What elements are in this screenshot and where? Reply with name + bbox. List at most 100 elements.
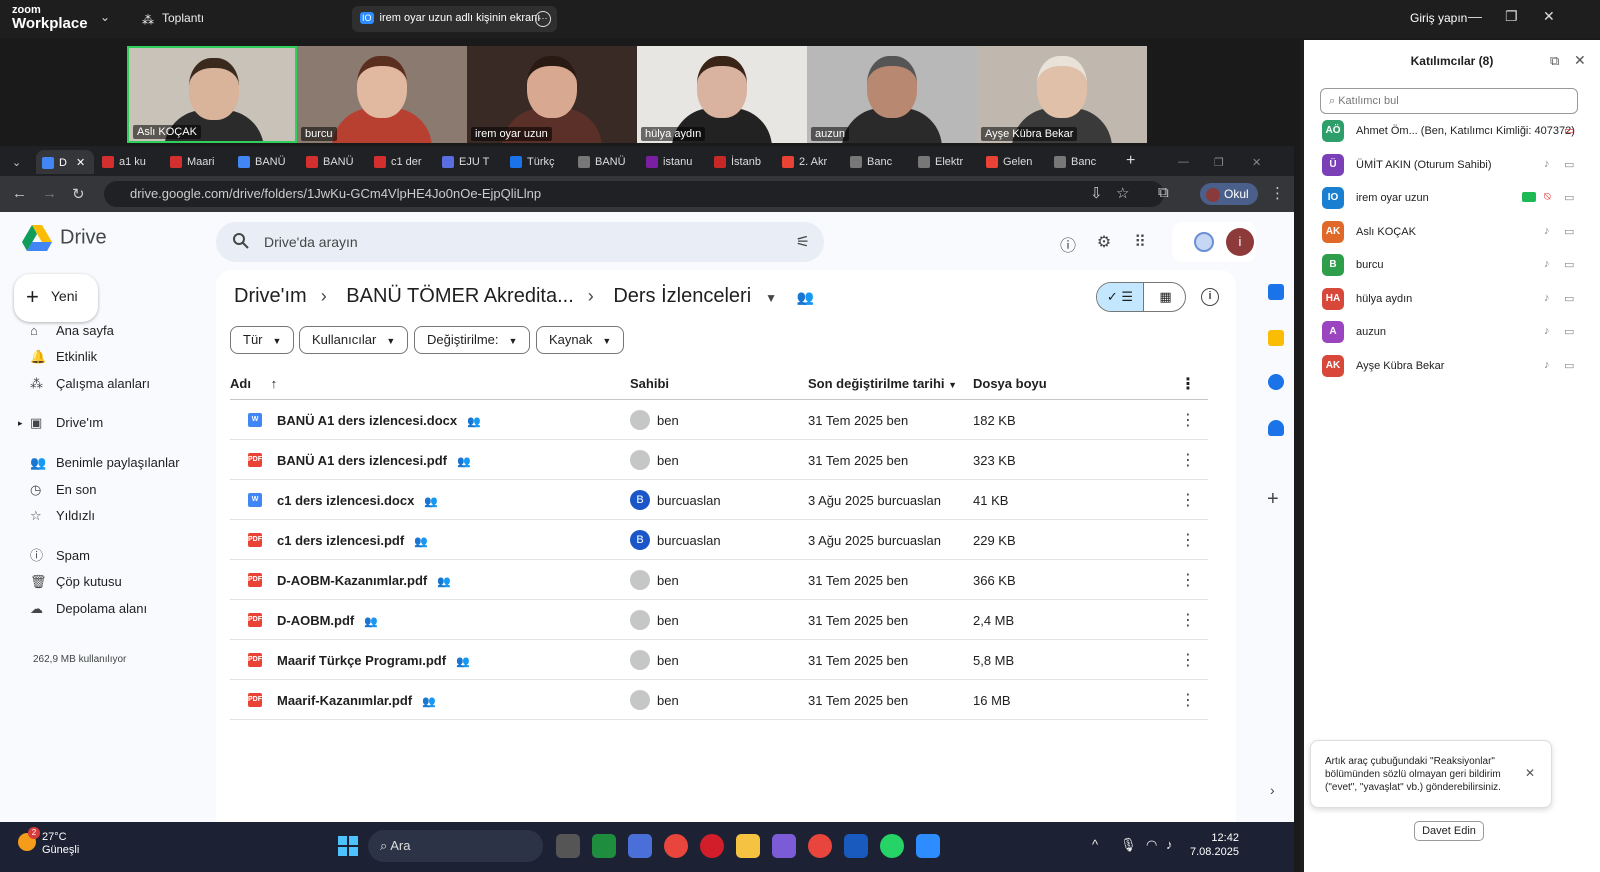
volume-icon[interactable]: ♪ — [1166, 837, 1173, 852]
copilot-icon[interactable] — [772, 834, 796, 858]
popout-icon[interactable]: ⧉ — [1550, 53, 1559, 69]
back-icon[interactable]: ← — [12, 185, 27, 202]
table-row[interactable]: PDF D-AOBM-Kazanımlar.pdf 👥 ben 31 Tem 2025 … — [230, 560, 1208, 600]
file-name[interactable]: BANÜ A1 ders izlencesi.pdf 👥 — [277, 453, 471, 468]
url-input[interactable]: drive.google.com/drive/folders/1JwKu-GCm… — [104, 181, 1164, 207]
menu-icon[interactable]: ⋮ — [1270, 184, 1285, 202]
column-owner[interactable]: Sahibi — [630, 376, 669, 391]
opera-icon[interactable] — [700, 834, 724, 858]
invite-button[interactable]: Davet Edin — [1414, 821, 1484, 841]
participant-row[interactable]: Ü ÜMİT AKIN (Oturum Sahibi) ♪ ▭ — [1322, 152, 1580, 178]
tab-close-icon[interactable]: ✕ — [73, 157, 85, 169]
more-vert-icon[interactable]: ⋮ — [1180, 374, 1196, 394]
file-explorer-icon[interactable] — [736, 834, 760, 858]
column-modified[interactable]: Son değiştirilme tarihi ▼ — [808, 376, 957, 391]
taskbar-search[interactable]: ⌕ Ara — [368, 830, 543, 862]
search-input[interactable]: Drive'da arayın ⚟ — [216, 222, 824, 262]
participant-row[interactable]: Bburcu ♪ ▭ — [1322, 252, 1580, 278]
close-icon[interactable]: ✕ — [1525, 767, 1535, 780]
filter-chip[interactable]: Kullanıcılar ▼ — [299, 326, 409, 354]
browser-tab[interactable]: 2. Akr — [776, 150, 842, 174]
zoom-icon[interactable] — [916, 834, 940, 858]
extensions-icon[interactable]: ⧉ — [1158, 184, 1169, 201]
install-icon[interactable]: ⇩ — [1090, 184, 1103, 202]
table-row[interactable]: PDF c1 ders izlencesi.pdf 👥 Bburcuaslan 3 Ağ… — [230, 520, 1208, 560]
browser-tab[interactable]: BANÜ — [300, 150, 366, 174]
more-vert-icon[interactable]: ⋮ — [1180, 570, 1196, 590]
file-name[interactable]: c1 ders izlencesi.pdf 👥 — [277, 533, 428, 548]
more-vert-icon[interactable]: ⋮ — [1180, 410, 1196, 430]
sidebar-item[interactable]: ⓘ Spam — [0, 543, 210, 569]
file-name[interactable]: Maarif-Kazanımlar.pdf 👥 — [277, 693, 436, 708]
column-name[interactable]: Adı ↑ — [230, 376, 277, 391]
participant-row[interactable]: HA hülya aydın ♪ ▭ — [1322, 286, 1580, 312]
table-row[interactable]: PDF Maarif Türkçe Programı.pdf 👥 ben 31 Tem … — [230, 640, 1208, 680]
browser-tab[interactable]: c1 der — [368, 150, 434, 174]
video-tile[interactable]: burcu — [297, 46, 467, 143]
chrome-icon[interactable] — [808, 834, 832, 858]
word-icon[interactable] — [844, 834, 868, 858]
reload-icon[interactable]: ↻ — [72, 185, 85, 203]
close-icon[interactable]: ✕ — [1543, 8, 1555, 25]
participant-row[interactable]: Aauzun ♪ ▭ — [1322, 319, 1580, 345]
info-icon[interactable]: i — [1201, 288, 1219, 306]
close-icon[interactable]: ✕ — [1574, 52, 1586, 69]
search-options-icon[interactable]: ⚟ — [796, 232, 810, 252]
sidebar-item[interactable]: 🔔 Etkinlik — [0, 344, 210, 370]
chevron-right-icon[interactable]: › — [1270, 782, 1275, 798]
sidebar-item[interactable]: 👥 Benimle paylaşılanlar — [0, 450, 210, 476]
whatsapp-icon[interactable] — [880, 834, 904, 858]
browser-tab[interactable]: Banc — [844, 150, 910, 174]
expand-caret-icon[interactable]: ▸ — [18, 410, 23, 436]
more-vert-icon[interactable]: ⋮ — [1180, 450, 1196, 470]
restore-icon[interactable]: ❐ — [1208, 150, 1230, 174]
participant-row[interactable]: IO irem oyar uzun ⍉ ▭ — [1322, 185, 1580, 211]
browser-tab[interactable]: BANÜ — [232, 150, 298, 174]
calendar-icon[interactable] — [1268, 284, 1284, 300]
sidebar-item[interactable]: ☆ Yıldızlı — [0, 503, 210, 529]
avatar[interactable]: i — [1226, 228, 1254, 256]
more-vert-icon[interactable]: ⋮ — [1180, 650, 1196, 670]
participant-row[interactable]: AK Ayşe Kübra Bekar ♪ ▭ — [1322, 353, 1580, 379]
sidebar-item[interactable]: ▸ ▣ Drive'ım — [0, 410, 210, 436]
browser-tab[interactable]: Banc — [1048, 150, 1114, 174]
meeting-tab[interactable]: ⁂ Toplantı — [142, 11, 204, 27]
column-size[interactable]: Dosya boyu — [973, 376, 1047, 391]
list-view-icon[interactable]: ✓ ☰ — [1097, 283, 1143, 311]
browser-tab[interactable]: Gelen — [980, 150, 1046, 174]
table-row[interactable]: PDF BANÜ A1 ders izlencesi.pdf 👥 ben 31 Tem … — [230, 440, 1208, 480]
table-row[interactable]: W BANÜ A1 ders izlencesi.docx 👥 ben 31 Tem 2… — [230, 400, 1208, 440]
more-vert-icon[interactable]: ⋮ — [1180, 610, 1196, 630]
windows-start-icon[interactable] — [338, 836, 358, 856]
participant-row[interactable]: AK Aslı KOÇAK ♪ ▭ — [1322, 219, 1580, 245]
tab-search-icon[interactable]: ⌄ — [6, 150, 30, 174]
participant-row[interactable]: AÖ Ahmet Öm... (Ben, Katılımcı Kimliği: 4… — [1322, 118, 1580, 144]
browser-tab[interactable]: istanu — [640, 150, 706, 174]
browser-tab[interactable]: Türkç — [504, 150, 570, 174]
task-view-icon[interactable] — [556, 834, 580, 858]
minimize-icon[interactable]: — — [1468, 8, 1482, 24]
wifi-icon[interactable]: ◠ — [1146, 837, 1157, 853]
gemini-icon[interactable] — [1194, 232, 1214, 252]
forward-icon[interactable]: → — [42, 185, 57, 202]
video-tile[interactable]: Ayşe Kübra Bekar — [977, 46, 1147, 143]
table-row[interactable]: PDF Maarif-Kazanımlar.pdf 👥 ben 31 Tem 2025 … — [230, 680, 1208, 720]
app-icon[interactable] — [592, 834, 616, 858]
filter-chip[interactable]: Değiştirilme: ▼ — [414, 326, 531, 354]
video-tile[interactable]: Aslı KOÇAK — [127, 46, 297, 143]
participant-search-input[interactable]: ⌕ Katılımcı bul — [1320, 88, 1578, 114]
filter-chip[interactable]: Tür ▼ — [230, 326, 295, 354]
app-icon[interactable] — [628, 834, 652, 858]
more-vert-icon[interactable]: ⋮ — [1180, 690, 1196, 710]
file-name[interactable]: BANÜ A1 ders izlencesi.docx 👥 — [277, 413, 481, 428]
profile-button[interactable]: Okul — [1200, 183, 1258, 205]
grid-view-icon[interactable]: ▦ — [1143, 283, 1185, 311]
more-options-icon[interactable]: ··· — [535, 11, 551, 27]
mic-icon[interactable]: 🎙 — [1120, 837, 1137, 853]
browser-tab[interactable]: İstanb — [708, 150, 774, 174]
contacts-icon[interactable] — [1268, 420, 1284, 436]
file-name[interactable]: Maarif Türkçe Programı.pdf 👥 — [277, 653, 470, 668]
tasks-icon[interactable] — [1268, 374, 1284, 390]
sidebar-item[interactable]: ☁ Depolama alanı — [0, 596, 210, 622]
chevron-up-icon[interactable]: ^ — [1092, 837, 1098, 852]
